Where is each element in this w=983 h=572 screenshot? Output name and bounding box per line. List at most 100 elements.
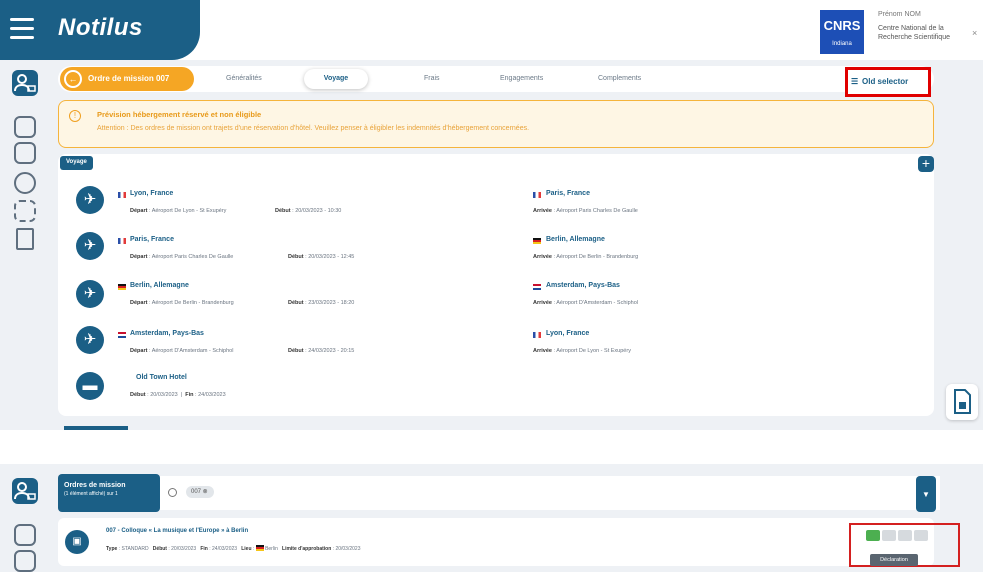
flag-icon xyxy=(118,238,126,244)
arrival-label: Arrivée xyxy=(533,348,552,354)
plane-icon: ✈ xyxy=(76,232,104,260)
back-arrow-icon[interactable]: ← xyxy=(64,70,82,88)
flag-icon xyxy=(533,238,541,244)
start-label: Début xyxy=(152,546,167,552)
list-header: Ordres de mission (1 élément affiché) su… xyxy=(58,474,160,512)
scroll-indicator xyxy=(64,426,128,430)
flag-icon xyxy=(118,284,126,290)
approval-value: 20/03/2023 xyxy=(335,546,361,552)
tab-voyage[interactable]: Voyage xyxy=(304,69,368,89)
start-date: 20/03/2023 - 12:45 xyxy=(308,254,355,260)
start-label: Début xyxy=(288,300,304,306)
order-tab[interactable]: ← Ordre de mission 007 xyxy=(60,67,194,91)
hotel-end-label: Fin xyxy=(185,392,194,398)
departure-label: Départ xyxy=(130,254,148,260)
document-icon[interactable] xyxy=(16,228,34,250)
leg-to-detail: Arrivée : Aéroport D'Amsterdam - Schipho… xyxy=(533,300,638,306)
start-date: 23/03/2023 - 18:20 xyxy=(308,300,355,306)
status-tooltip: Déclaration xyxy=(870,554,918,566)
leg-date: Début : 20/03/2023 - 10:30 xyxy=(275,208,342,214)
end-label: Fin xyxy=(200,546,208,552)
leg-date: Début : 20/03/2023 - 12:45 xyxy=(288,254,355,260)
status-step[interactable] xyxy=(882,530,896,541)
leg-to-detail: Arrivée : Aéroport De Lyon - St Exupéry xyxy=(533,348,631,354)
leg-from-detail: Départ : Aéroport De Berlin - Brandenbur… xyxy=(130,300,234,306)
status-step[interactable] xyxy=(866,530,880,541)
warning-text: Attention : Des ordres de mission ont tr… xyxy=(97,125,530,132)
search-icon[interactable] xyxy=(168,488,177,497)
departure-label: Départ xyxy=(130,208,148,214)
arrival-place: Aéroport De Lyon - St Exupéry xyxy=(556,348,631,354)
org-logo: CNRS Indiana xyxy=(820,10,864,54)
start-label: Début xyxy=(275,208,291,214)
old-selector-button[interactable]: ☰ Old selector xyxy=(845,67,931,97)
end-value: 24/03/2023 xyxy=(212,546,238,552)
leg-date: Début : 23/03/2023 - 18:20 xyxy=(288,300,355,306)
flag-icon xyxy=(118,332,126,338)
close-icon[interactable]: × xyxy=(972,28,977,38)
start-date: 24/03/2023 - 20:15 xyxy=(308,348,355,354)
user-travel-icon[interactable] xyxy=(12,478,38,504)
row-details: Type : STANDARD Début : 20/03/2023 Fin :… xyxy=(106,545,361,552)
type-value: STANDARD xyxy=(121,546,149,552)
leg-to-detail: Arrivée : Aéroport De Berlin - Brandenbu… xyxy=(533,254,639,260)
flag-icon xyxy=(533,332,541,338)
map-icon[interactable] xyxy=(14,116,36,138)
flag-icon xyxy=(533,192,541,198)
arrival-place: Aéroport De Berlin - Brandenburg xyxy=(556,254,639,260)
arrival-place: Aéroport Paris Charles De Gaulle xyxy=(556,208,638,214)
hotel-start-date: 20/03/2023 xyxy=(150,392,178,398)
org-name-line1: Centre National de la xyxy=(878,25,944,32)
search-bar[interactable] xyxy=(160,476,940,510)
leg-to-city: Paris, France xyxy=(546,190,590,197)
search-chip[interactable]: 007 ⊗ xyxy=(186,486,214,498)
tab-engagements[interactable]: Engagements xyxy=(500,75,543,82)
user-travel-icon[interactable] xyxy=(12,70,38,96)
receipt-icon[interactable] xyxy=(14,142,36,164)
document-export-icon[interactable] xyxy=(946,384,978,420)
leg-to-city: Lyon, France xyxy=(546,330,590,337)
plane-icon: ✈ xyxy=(76,280,104,308)
org-logo-text: CNRS xyxy=(823,18,861,33)
map-icon[interactable] xyxy=(14,524,36,546)
place-value: Berlin xyxy=(265,546,278,552)
receipt-icon[interactable] xyxy=(14,550,36,572)
org-name-line2: Recherche Scientifique xyxy=(878,34,950,41)
departure-label: Départ xyxy=(130,300,148,306)
voyage-section-label: Voyage xyxy=(60,156,93,170)
arrival-label: Arrivée xyxy=(533,300,552,306)
tab-complements[interactable]: Complements xyxy=(598,75,641,82)
hotel-start-label: Début xyxy=(130,392,146,398)
hotel-end-date: 24/03/2023 xyxy=(198,392,226,398)
filter-icon[interactable]: ▼ xyxy=(916,476,936,512)
plane-icon: ✈ xyxy=(76,186,104,214)
hotel-name: Old Town Hotel xyxy=(136,374,187,381)
add-leg-button[interactable]: + xyxy=(918,156,934,172)
status-step[interactable] xyxy=(898,530,912,541)
user-org-info[interactable]: Prénom NOM Centre National de la Recherc… xyxy=(878,10,950,42)
box-icon[interactable] xyxy=(14,200,36,222)
start-date: 20/03/2023 - 10:30 xyxy=(295,208,342,214)
leg-to-city: Berlin, Allemagne xyxy=(546,236,605,243)
table-row[interactable] xyxy=(58,518,934,566)
start-label: Début xyxy=(288,254,304,260)
leg-from-detail: Départ : Aéroport D'Amsterdam - Schiphol xyxy=(130,348,234,354)
tab-generalites[interactable]: Généralités xyxy=(226,75,262,82)
menu-icon[interactable] xyxy=(10,18,34,40)
type-label: Type xyxy=(106,546,118,552)
leg-from-detail: Départ : Aéroport De Lyon - St Exupéry xyxy=(130,208,227,214)
leg-from-city: Paris, France xyxy=(130,236,174,243)
coins-icon[interactable] xyxy=(14,172,36,194)
start-value: 20/03/2023 xyxy=(171,546,197,552)
order-tab-label: Ordre de mission 007 xyxy=(88,74,170,83)
tab-frais[interactable]: Frais xyxy=(424,75,440,82)
row-title[interactable]: 007 - Colloque « La musique et l'Europe … xyxy=(106,528,248,534)
warning-title: Prévision hébergement réservé et non éli… xyxy=(97,110,262,119)
departure-label: Départ xyxy=(130,348,148,354)
start-label: Début xyxy=(288,348,304,354)
list-count: (1 élément affiché) sur 1 xyxy=(64,491,118,497)
leg-from-city: Berlin, Allemagne xyxy=(130,282,189,289)
flag-icon xyxy=(533,284,541,290)
status-step[interactable] xyxy=(914,530,928,541)
arrival-label: Arrivée xyxy=(533,208,552,214)
